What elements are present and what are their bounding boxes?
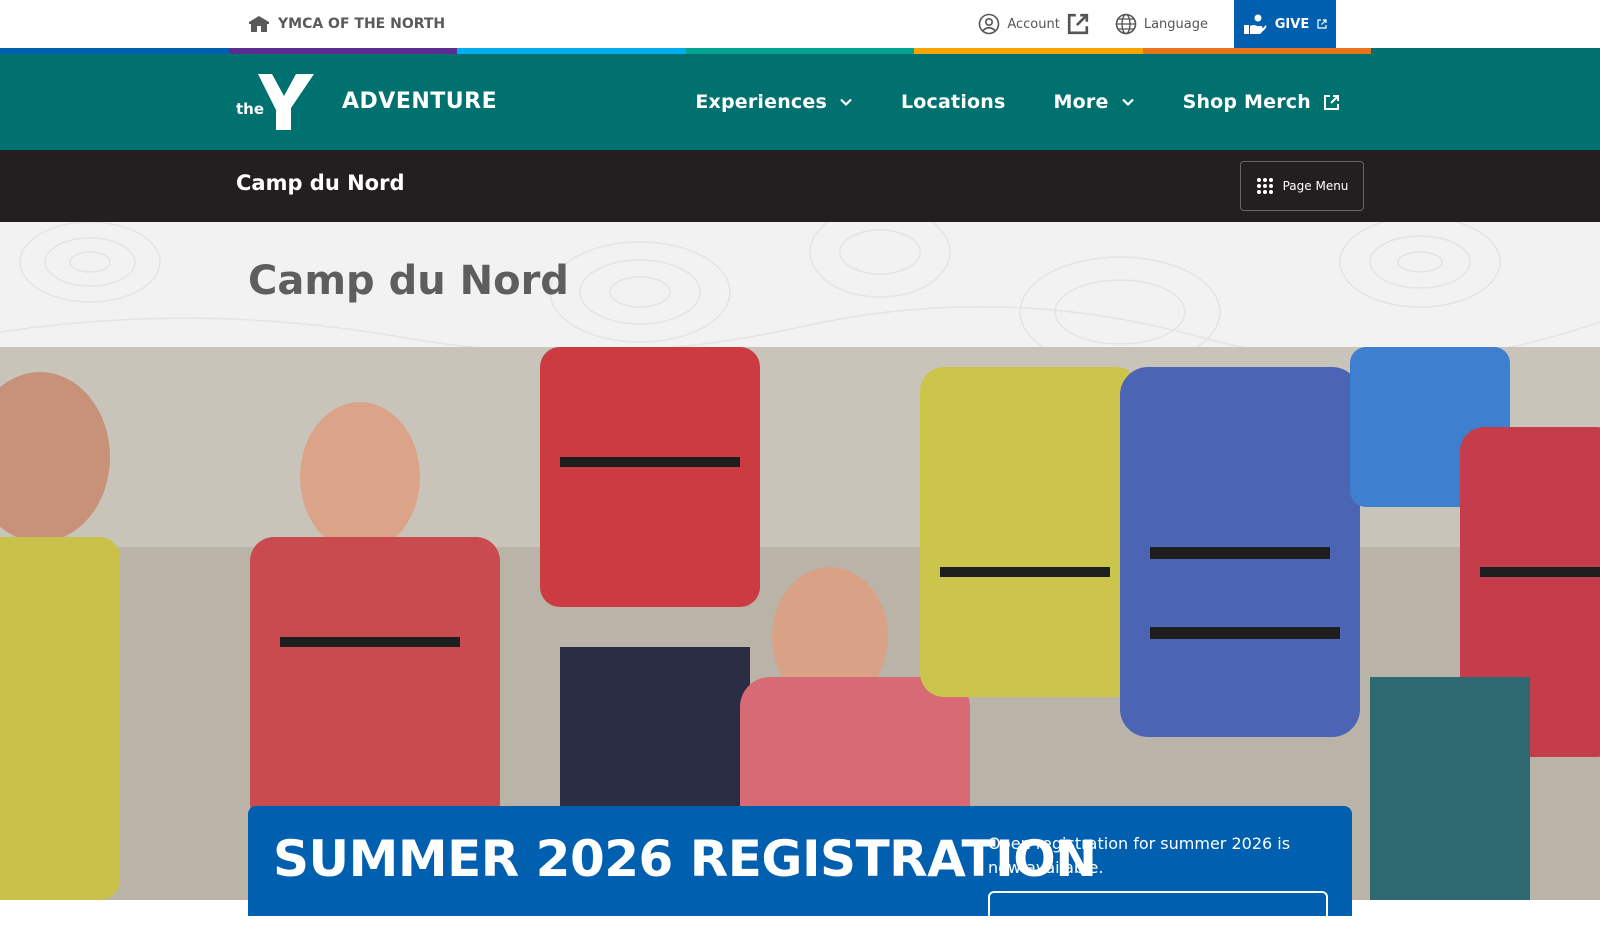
- page-title-band: Camp du Nord: [0, 222, 1600, 347]
- external-link-icon: [1317, 19, 1327, 29]
- external-link-icon: [1324, 94, 1339, 110]
- org-name: YMCA OF THE NORTH: [278, 16, 446, 32]
- globe-icon: [1115, 13, 1137, 35]
- page-menu-label: Page Menu: [1282, 179, 1349, 193]
- nav-shop-merch-label: Shop Merch: [1182, 91, 1311, 113]
- section-title[interactable]: Camp du Nord: [236, 171, 405, 195]
- brand-home-link[interactable]: the ADVENTURE: [236, 70, 497, 132]
- nav-locations[interactable]: Locations: [901, 91, 1006, 113]
- promo-cta-button[interactable]: [988, 891, 1328, 931]
- nav-locations-label: Locations: [901, 91, 1006, 113]
- user-circle-icon: [979, 13, 1000, 35]
- external-link-icon: [1067, 13, 1088, 35]
- house-icon: [249, 16, 269, 32]
- account-label: Account: [1007, 16, 1060, 32]
- promo-description: Open registration for summer 2026 is now…: [988, 834, 1291, 877]
- site-name: ADVENTURE: [342, 88, 498, 114]
- nav-experiences-label: Experiences: [695, 91, 827, 113]
- org-home-link[interactable]: YMCA OF THE NORTH: [248, 12, 445, 36]
- promo-heading: SUMMER 2026 REGISTRATION: [273, 830, 1097, 888]
- svg-text:the: the: [236, 100, 264, 118]
- language-selector[interactable]: Language: [1115, 13, 1208, 35]
- give-button[interactable]: GIVE: [1234, 0, 1336, 48]
- nav-more[interactable]: More: [1054, 91, 1135, 113]
- page-title: Camp du Nord: [248, 258, 569, 304]
- chevron-down-icon: [1121, 98, 1134, 107]
- language-label: Language: [1143, 16, 1208, 32]
- giving-hand-icon: [1243, 14, 1267, 34]
- give-label: GIVE: [1274, 16, 1310, 32]
- chevron-down-icon: [840, 98, 852, 107]
- page-menu-button[interactable]: Page Menu: [1240, 161, 1364, 211]
- ymca-logo: the: [236, 70, 316, 132]
- account-link[interactable]: Account: [978, 13, 1089, 35]
- nav-shop-merch[interactable]: Shop Merch: [1183, 91, 1340, 113]
- section-subnav: Camp du Nord Page Menu: [0, 150, 1600, 222]
- nav-experiences[interactable]: Experiences: [695, 91, 853, 113]
- nav-more-label: More: [1053, 91, 1109, 113]
- topographic-pattern: [0, 222, 1600, 347]
- main-navigation: the ADVENTURE Experiences Locations More…: [0, 54, 1600, 150]
- grid-dots-icon: [1256, 178, 1273, 194]
- utility-bar: YMCA OF THE NORTH Account Language GIVE: [0, 0, 1600, 48]
